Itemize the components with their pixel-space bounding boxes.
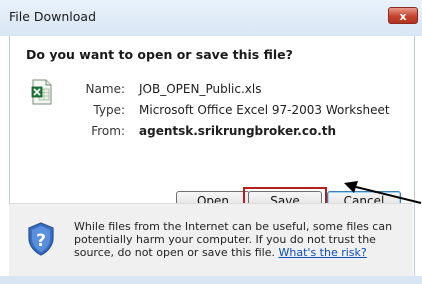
shield-question-icon: ? (28, 222, 54, 256)
whats-the-risk-link[interactable]: What's the risk? (279, 246, 367, 259)
title-bar[interactable]: File Download x (0, 0, 422, 36)
warning-text-block: While files from the Internet can be use… (74, 220, 404, 259)
window-title: File Download (9, 9, 97, 24)
close-button[interactable]: x (388, 7, 418, 24)
dialog-question: Do you want to open or save this file? (26, 47, 293, 62)
file-download-dialog: File Download x Do you want to open or s… (0, 0, 422, 284)
excel-file-icon (31, 79, 52, 105)
name-label: Name: (85, 82, 125, 96)
name-value: JOB_OPEN_Public.xls (139, 82, 262, 96)
from-value: agentsk.srikrungbroker.co.th (139, 124, 337, 138)
warning-footer: ? While files from the Internet can be u… (9, 204, 413, 276)
type-value: Microsoft Office Excel 97-2003 Worksheet (139, 103, 390, 117)
from-label: From: (91, 124, 125, 138)
close-icon: x (399, 10, 407, 23)
type-label: Type: (93, 103, 125, 117)
svg-text:?: ? (36, 231, 46, 251)
window-frame-bottom (0, 276, 422, 284)
